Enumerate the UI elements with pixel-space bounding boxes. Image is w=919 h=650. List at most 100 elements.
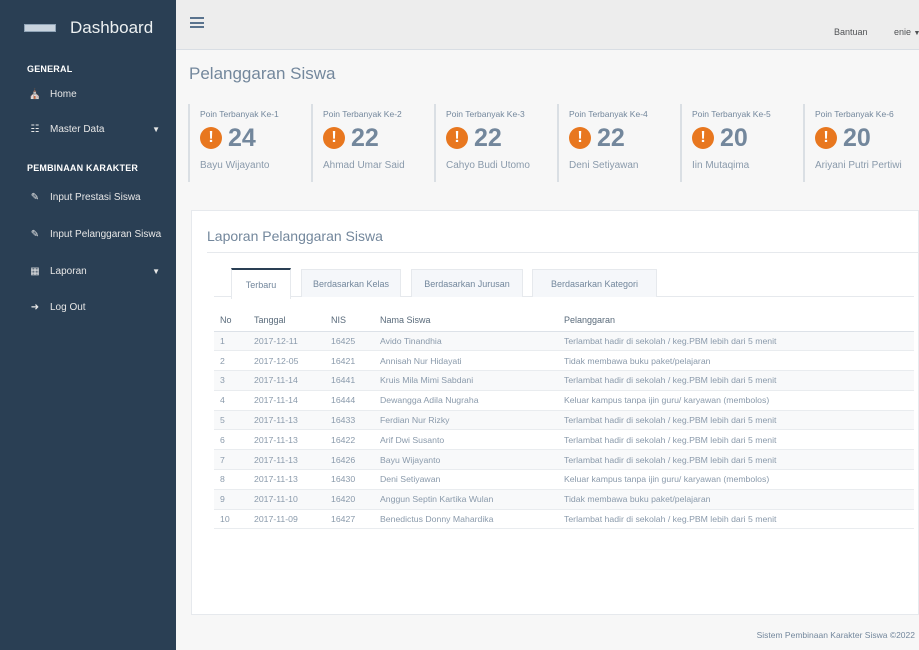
- cell-no: 1: [214, 331, 248, 352]
- violations-table: No Tanggal NIS Nama Siswa Pelanggaran 1 …: [214, 309, 914, 530]
- exclamation-icon: !: [323, 127, 345, 149]
- cell-violation: Tidak membawa buku paket/pelajaran: [558, 350, 914, 372]
- exclamation-icon: !: [815, 127, 837, 149]
- cell-student-name: Bayu Wijayanto: [374, 449, 558, 471]
- page-title: Pelanggaran Siswa: [189, 64, 336, 83]
- cell-nis: 16433: [325, 410, 374, 431]
- section-general: GENERAL: [27, 64, 73, 74]
- exclamation-icon: !: [446, 127, 468, 149]
- cell-date: 2017-11-10: [248, 489, 325, 510]
- table-row: 5 2017-11-13 16433 Ferdian Nur Rizky Ter…: [214, 410, 914, 431]
- cell-no: 2: [214, 350, 248, 372]
- home-icon: ⛪: [28, 88, 42, 100]
- top-points-stats: Poin Terbanyak Ke-1 ! 24 Bayu Wijayanto …: [176, 104, 919, 184]
- sidebar-item-input-pelanggaran[interactable]: ✎ Input Pelanggaran Siswa: [0, 220, 176, 248]
- panel-title: Laporan Pelanggaran Siswa: [207, 228, 383, 244]
- stat-tile: Poin Terbanyak Ke-2 ! 22 Ahmad Umar Said: [311, 104, 434, 182]
- stat-tile: Poin Terbanyak Ke-5 ! 20 Iin Mutaqima: [680, 104, 803, 182]
- tab-terbaru[interactable]: Terbaru: [231, 268, 291, 299]
- exclamation-icon: !: [569, 127, 591, 149]
- cell-student-name: Avido Tinandhia: [374, 331, 558, 352]
- column-header[interactable]: No: [214, 309, 248, 332]
- tab-berdasarkan-jurusan[interactable]: Berdasarkan Jurusan: [411, 269, 523, 297]
- cell-violation: Keluar kampus tanpa ijin guru/ karyawan …: [558, 390, 914, 411]
- column-header[interactable]: Nama Siswa: [374, 309, 558, 332]
- sidebar-item-label: Input Prestasi Siswa: [50, 191, 141, 203]
- cell-date: 2017-11-14: [248, 390, 325, 411]
- table-row: 3 2017-11-14 16441 Kruis Mila Mimi Sabda…: [214, 370, 914, 391]
- sidebar-item-master-data[interactable]: ☷ Master Data ▼: [0, 115, 176, 143]
- stat-value: 22: [597, 123, 625, 152]
- sidebar-item-label: Home: [50, 88, 77, 100]
- stat-value: 22: [351, 123, 379, 152]
- cell-date: 2017-11-09: [248, 509, 325, 530]
- sidebar-item-label: Master Data: [50, 123, 105, 135]
- sidebar-item-home[interactable]: ⛪ Home: [0, 80, 176, 108]
- edit-icon: ✎: [30, 191, 40, 203]
- column-header[interactable]: NIS: [325, 309, 374, 332]
- cell-student-name: Deni Setiyawan: [374, 469, 558, 490]
- help-link[interactable]: Bantuan: [834, 27, 868, 37]
- user-menu[interactable]: enie ▼: [894, 27, 919, 37]
- sidebar-item-label: Input Pelanggaran Siswa: [50, 228, 162, 240]
- menu-toggle-icon[interactable]: [190, 17, 204, 28]
- cell-nis: 16444: [325, 390, 374, 411]
- table-row: 10 2017-11-09 16427 Benedictus Donny Mah…: [214, 509, 914, 530]
- cell-date: 2017-11-13: [248, 410, 325, 431]
- stat-tile: Poin Terbanyak Ke-1 ! 24 Bayu Wijayanto: [188, 104, 311, 182]
- table-row: 4 2017-11-14 16444 Dewangga Adila Nugrah…: [214, 390, 914, 411]
- tab-berdasarkan-kategori[interactable]: Berdasarkan Kategori: [532, 269, 657, 297]
- stat-student-name: Iin Mutaqima: [692, 160, 750, 171]
- stat-tile: Poin Terbanyak Ke-6 ! 20 Ariyani Putri P…: [803, 104, 919, 182]
- cell-student-name: Annisah Nur Hidayati: [374, 350, 558, 372]
- stat-label: Poin Terbanyak Ke-2: [323, 109, 402, 119]
- stat-label: Poin Terbanyak Ke-5: [692, 109, 771, 119]
- report-tabs: Terbaru Berdasarkan Kelas Berdasarkan Ju…: [214, 267, 914, 299]
- cell-no: 10: [214, 509, 248, 530]
- table-row: 1 2017-12-11 16425 Avido Tinandhia Terla…: [214, 331, 914, 352]
- cell-student-name: Dewangga Adila Nugraha: [374, 390, 558, 411]
- cell-date: 2017-11-14: [248, 370, 325, 391]
- chevron-down-icon: ▼: [152, 124, 160, 134]
- edit-icon: ✎: [30, 228, 40, 240]
- cell-no: 7: [214, 449, 248, 471]
- stat-student-name: Cahyo Budi Utomo: [446, 160, 530, 171]
- divider: [207, 252, 918, 253]
- cell-violation: Terlambat hadir di sekolah / keg.PBM leb…: [558, 370, 914, 391]
- stat-student-name: Ahmad Umar Said: [323, 160, 405, 171]
- cell-violation: Terlambat hadir di sekolah / keg.PBM leb…: [558, 509, 914, 530]
- sidebar: Dashboard GENERAL ⛪ Home ☷ Master Data ▼…: [0, 0, 176, 650]
- cell-student-name: Kruis Mila Mimi Sabdani: [374, 370, 558, 391]
- sidebar-item-input-prestasi[interactable]: ✎ Input Prestasi Siswa: [0, 183, 176, 211]
- column-header[interactable]: Pelanggaran: [558, 309, 914, 332]
- column-header[interactable]: Tanggal: [248, 309, 325, 332]
- user-name: enie: [894, 27, 912, 37]
- cell-student-name: Ferdian Nur Rizky: [374, 410, 558, 431]
- cell-violation: Keluar kampus tanpa ijin guru/ karyawan …: [558, 469, 914, 490]
- table-row: 9 2017-11-10 16420 Anggun Septin Kartika…: [214, 489, 914, 510]
- stat-student-name: Bayu Wijayanto: [200, 160, 270, 171]
- stat-value: 20: [843, 123, 871, 152]
- cell-date: 2017-12-11: [248, 331, 325, 352]
- stat-label: Poin Terbanyak Ke-1: [200, 109, 279, 119]
- sidebar-item-log-out[interactable]: ➜ Log Out: [0, 293, 176, 321]
- stat-label: Poin Terbanyak Ke-3: [446, 109, 525, 119]
- cell-nis: 16425: [325, 331, 374, 352]
- table-row: 2 2017-12-05 16421 Annisah Nur Hidayati …: [214, 350, 914, 372]
- brand[interactable]: Dashboard: [0, 0, 176, 56]
- table-row: 7 2017-11-13 16426 Bayu Wijayanto Terlam…: [214, 449, 914, 471]
- cell-nis: 16441: [325, 370, 374, 391]
- exclamation-icon: !: [200, 127, 222, 149]
- sidebar-item-laporan[interactable]: ▦ Laporan ▼: [0, 257, 176, 285]
- exclamation-icon: !: [692, 127, 714, 149]
- top-nav: Bantuan enie ▼: [176, 0, 919, 50]
- cell-date: 2017-11-13: [248, 449, 325, 471]
- cell-nis: 16430: [325, 469, 374, 490]
- sign-out-icon: ➜: [30, 301, 40, 313]
- cell-no: 5: [214, 410, 248, 431]
- tab-berdasarkan-kelas[interactable]: Berdasarkan Kelas: [301, 269, 401, 297]
- table-header-row: No Tanggal NIS Nama Siswa Pelanggaran: [214, 309, 914, 332]
- cell-violation: Terlambat hadir di sekolah / keg.PBM leb…: [558, 429, 914, 451]
- table-row: 6 2017-11-13 16422 Arif Dwi Susanto Terl…: [214, 429, 914, 451]
- cell-student-name: Arif Dwi Susanto: [374, 429, 558, 451]
